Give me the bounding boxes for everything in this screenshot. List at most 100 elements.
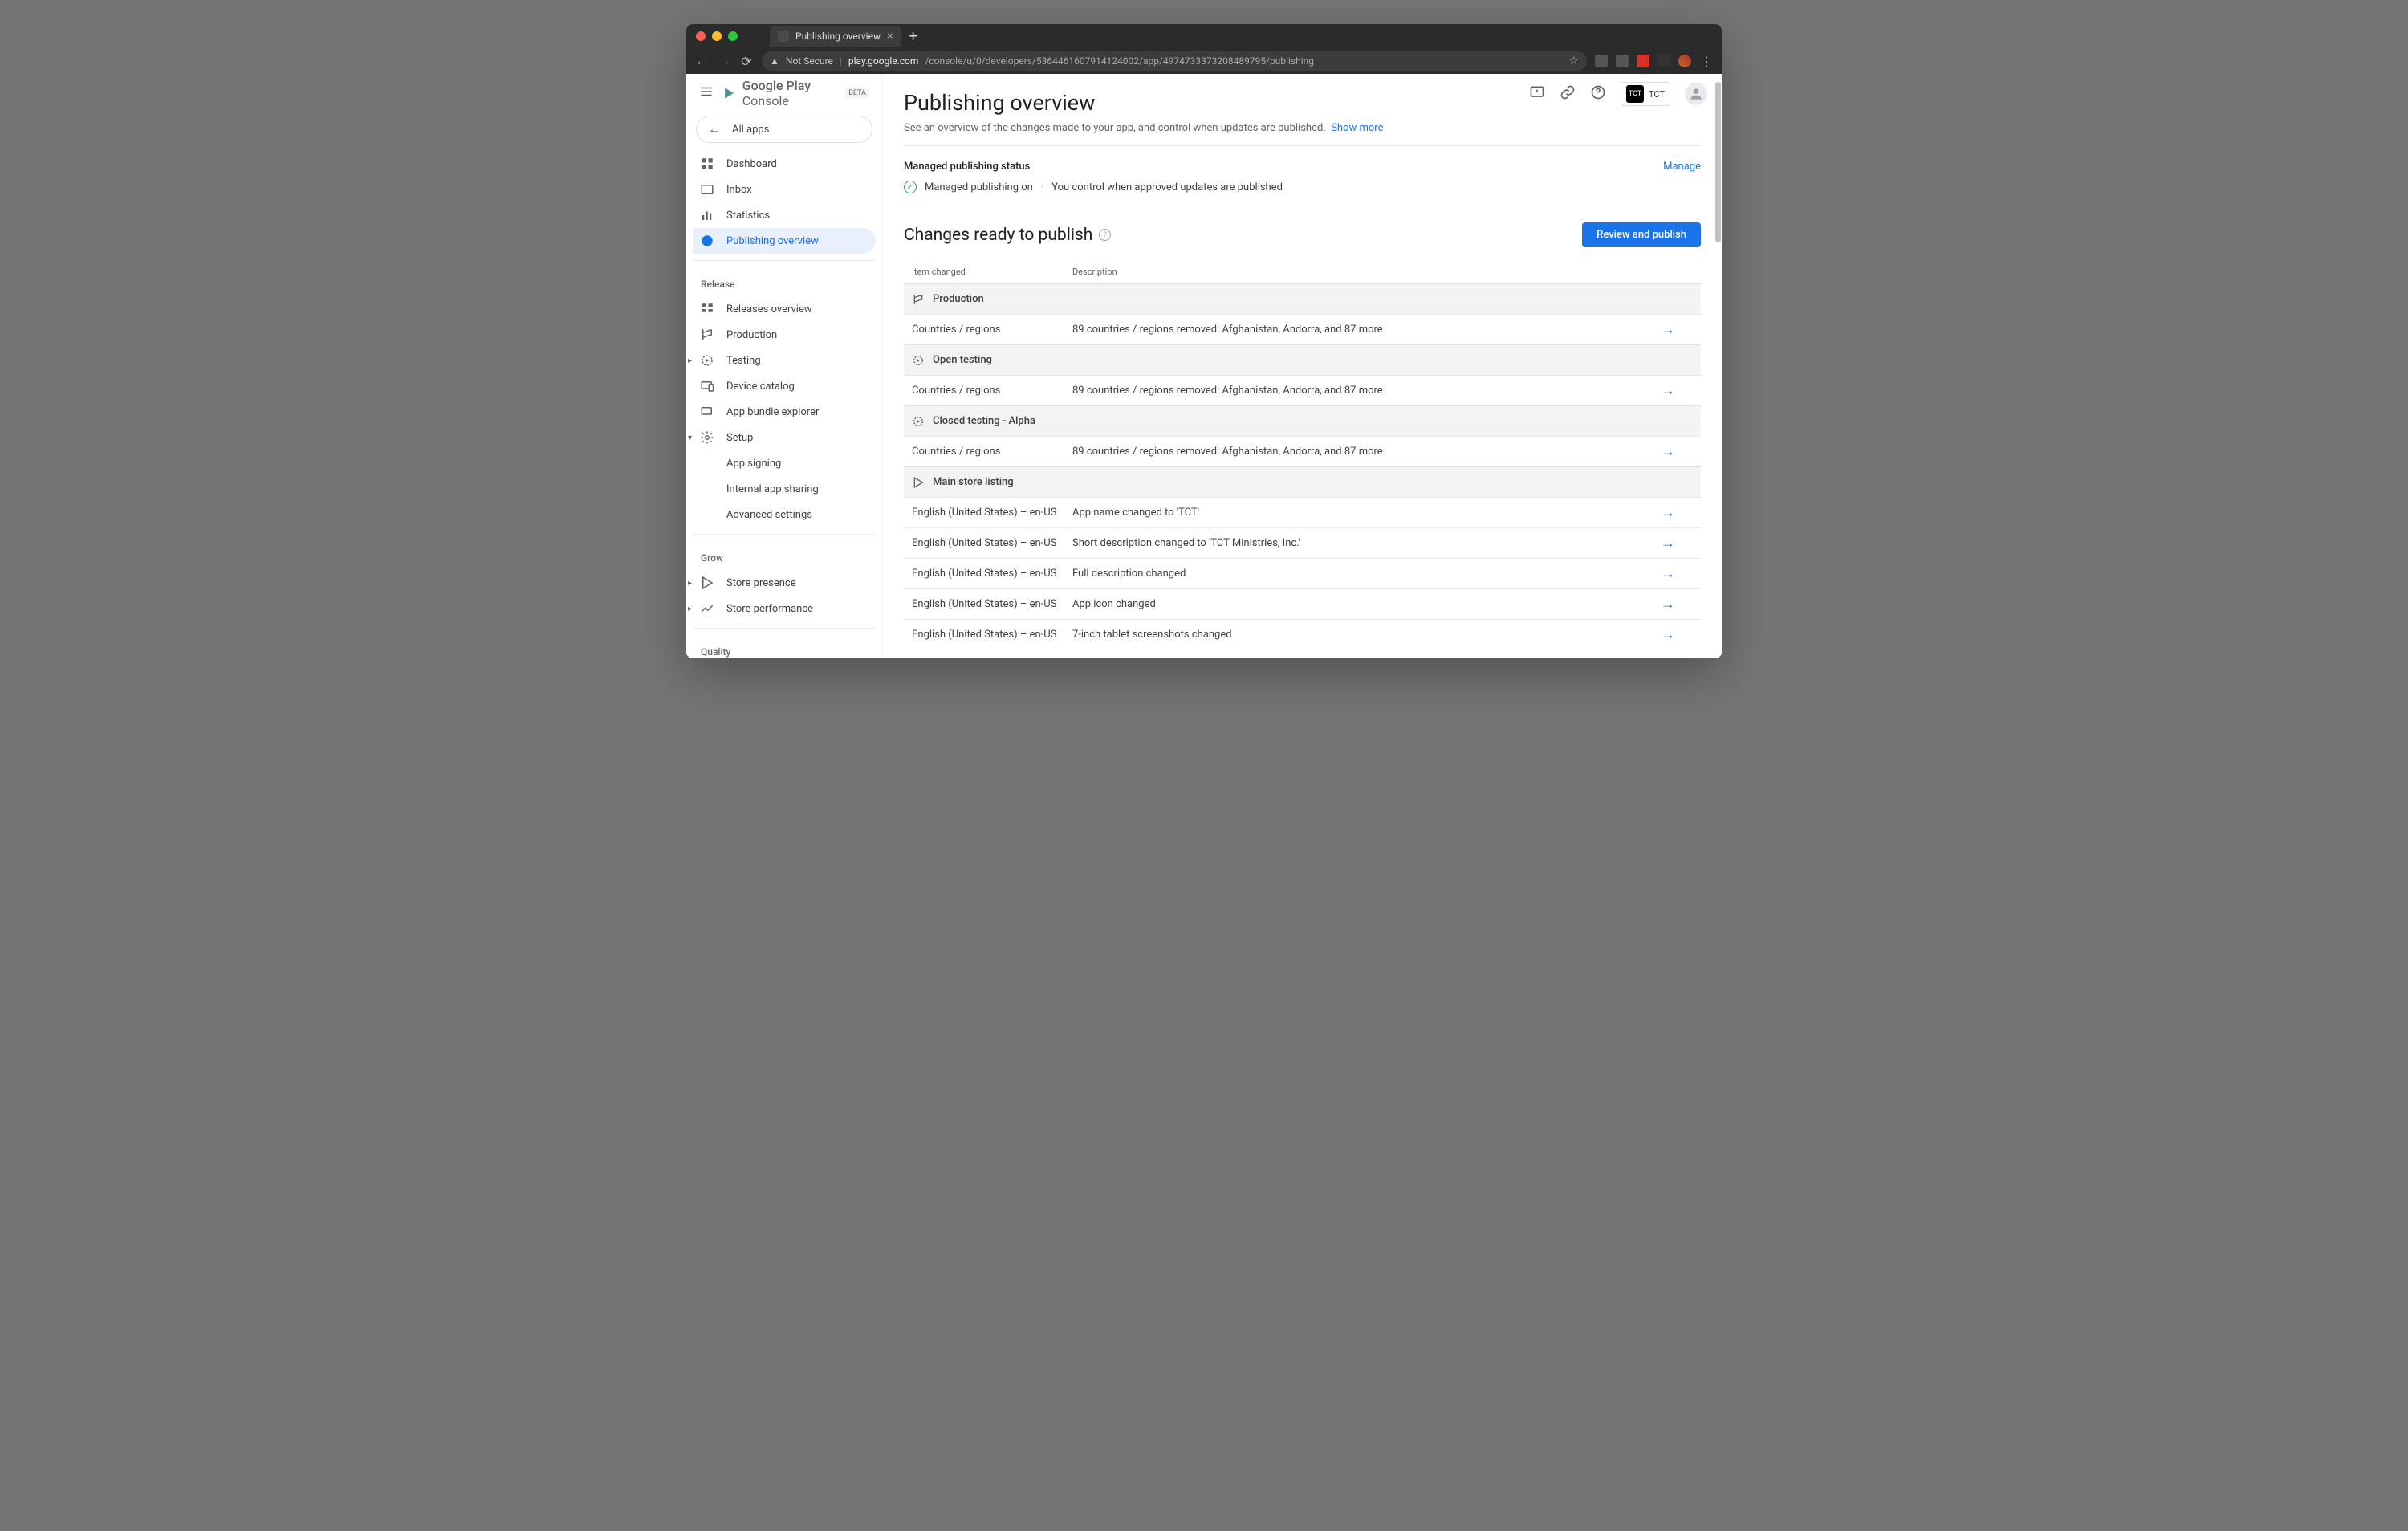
arrow-right-icon: → [1661, 565, 1675, 582]
org-name: TCT [1649, 89, 1665, 100]
security-label: Not Secure [786, 55, 833, 67]
browser-tab[interactable]: Publishing overview × [770, 26, 901, 47]
sidebar-item-inbox[interactable]: Inbox [693, 177, 876, 202]
beta-badge: BETA [845, 88, 869, 98]
account-avatar[interactable] [1685, 83, 1707, 105]
extension-icon[interactable] [1678, 55, 1691, 67]
change-item: English (United States) – en-US [912, 537, 1072, 549]
sidebar: Google Play Console BETA ← All apps Dash… [686, 74, 883, 658]
all-apps-label: All apps [732, 124, 769, 136]
sidebar-item-store-presence[interactable]: ▸ Store presence [693, 570, 876, 596]
status-on-text: Managed publishing on [925, 181, 1033, 193]
review-and-publish-button[interactable]: Review and publish [1582, 222, 1701, 247]
arrow-right-icon: → [1661, 321, 1675, 338]
production-icon [699, 328, 715, 342]
check-circle-icon: ✓ [904, 181, 917, 193]
tab-strip: Publishing overview × + [770, 24, 917, 48]
sidebar-item-dashboard[interactable]: Dashboard [693, 151, 876, 177]
close-window-button[interactable] [696, 31, 706, 41]
link-icon[interactable] [1560, 84, 1576, 104]
maximize-window-button[interactable] [728, 31, 738, 41]
change-description: App name changed to 'TCT' [1072, 507, 1661, 519]
extension-icon[interactable] [1595, 55, 1608, 67]
main-content: TCT TCT Publishing overview See an overv… [883, 74, 1722, 658]
change-row[interactable]: Countries / regions89 countries / region… [904, 314, 1701, 344]
manage-link[interactable]: Manage [1663, 161, 1701, 173]
close-tab-icon[interactable]: × [887, 30, 893, 43]
sidebar-item-setup[interactable]: ▾ Setup [693, 425, 876, 450]
not-secure-icon: ▲ [770, 55, 779, 67]
change-group-header: Production [904, 283, 1701, 314]
side-scroll: Dashboard Inbox Statistics Publishing ov… [686, 151, 882, 658]
help-tooltip-icon[interactable]: ? [1099, 229, 1111, 241]
sidebar-section-quality: Quality [693, 635, 876, 658]
sidebar-item-app-signing[interactable]: App signing [693, 450, 876, 476]
change-item: English (United States) – en-US [912, 629, 1072, 641]
play-icon [699, 576, 715, 590]
sidebar-label: Device catalog [726, 381, 795, 393]
sidebar-item-releases-overview[interactable]: Releases overview [693, 296, 876, 322]
sidebar-label: Advanced settings [726, 509, 812, 521]
sidebar-item-bundle-explorer[interactable]: App bundle explorer [693, 399, 876, 425]
expand-caret-icon[interactable]: ▾ [688, 434, 692, 442]
minimize-window-button[interactable] [712, 31, 722, 41]
menu-icon[interactable] [699, 84, 714, 102]
group-label: Main store listing [933, 476, 1014, 488]
change-row[interactable]: English (United States) – en-USApp name … [904, 497, 1701, 527]
url-field[interactable]: ▲ Not Secure | play.google.com/console/u… [762, 51, 1587, 71]
scrollbar[interactable] [1714, 74, 1722, 658]
sidebar-item-device-catalog[interactable]: Device catalog [693, 373, 876, 399]
change-group-header: Open testing [904, 344, 1701, 375]
sidebar-item-production[interactable]: Production [693, 322, 876, 348]
sidebar-label: Inbox [726, 184, 752, 196]
sidebar-item-statistics[interactable]: Statistics [693, 202, 876, 228]
feedback-icon[interactable] [1529, 84, 1545, 104]
play-console-logo[interactable]: Google Play Console BETA [723, 78, 869, 108]
help-icon[interactable] [1590, 84, 1606, 104]
status-detail-text: You control when approved updates are pu… [1051, 181, 1283, 193]
change-description: Full description changed [1072, 568, 1661, 580]
managed-publishing-status: Managed publishing status ✓ Managed publ… [904, 151, 1701, 203]
bookmark-icon[interactable]: ☆ [1568, 55, 1579, 67]
change-row[interactable]: English (United States) – en-USFull desc… [904, 558, 1701, 588]
extension-icon[interactable] [1637, 55, 1649, 67]
extensions-puzzle-icon[interactable] [1658, 55, 1670, 67]
sidebar-item-advanced-settings[interactable]: Advanced settings [693, 502, 876, 527]
traffic-lights [696, 31, 738, 41]
browser-menu-icon[interactable]: ⋮ [1699, 54, 1714, 69]
change-group-header: Main store listing [904, 466, 1701, 497]
change-item: Countries / regions [912, 324, 1072, 336]
change-row[interactable]: Countries / regions89 countries / region… [904, 436, 1701, 466]
reload-button[interactable]: ⟳ [739, 54, 754, 69]
table-header: Item changed Description [904, 260, 1701, 283]
back-button[interactable]: ← [694, 53, 709, 69]
forward-button[interactable]: → [717, 53, 731, 69]
group-label: Production [933, 293, 984, 305]
expand-caret-icon[interactable]: ▸ [688, 605, 692, 613]
extension-icon[interactable] [1616, 55, 1629, 67]
changes-table: Production Countries / regions89 countrie… [904, 283, 1701, 649]
change-row[interactable]: English (United States) – en-USShort des… [904, 527, 1701, 558]
page-subtitle: See an overview of the changes made to y… [904, 122, 1701, 134]
change-row[interactable]: English (United States) – en-US7-inch ta… [904, 619, 1701, 649]
sidebar-item-store-performance[interactable]: ▸ Store performance [693, 596, 876, 621]
new-tab-button[interactable]: + [909, 28, 917, 45]
scrollbar-thumb[interactable] [1715, 82, 1721, 242]
all-apps-button[interactable]: ← All apps [696, 116, 872, 143]
sidebar-item-internal-sharing[interactable]: Internal app sharing [693, 476, 876, 502]
change-item: Countries / regions [912, 385, 1072, 397]
sidebar-label: Setup [726, 432, 753, 444]
tab-title: Publishing overview [795, 31, 881, 42]
sidebar-item-publishing-overview[interactable]: Publishing overview [693, 228, 876, 254]
change-description: App icon changed [1072, 598, 1661, 610]
publishing-icon [699, 234, 715, 248]
expand-caret-icon[interactable]: ▸ [688, 356, 692, 365]
change-row[interactable]: Countries / regions89 countries / region… [904, 375, 1701, 405]
expand-caret-icon[interactable]: ▸ [688, 579, 692, 588]
changes-header: Changes ready to publish ? Review and pu… [904, 222, 1701, 247]
change-row[interactable]: English (United States) – en-USApp icon … [904, 588, 1701, 619]
show-more-link[interactable]: Show more [1331, 122, 1383, 134]
sidebar-item-testing[interactable]: ▸ Testing [693, 348, 876, 373]
org-switcher[interactable]: TCT TCT [1621, 82, 1670, 106]
sidebar-label: Testing [726, 355, 761, 367]
